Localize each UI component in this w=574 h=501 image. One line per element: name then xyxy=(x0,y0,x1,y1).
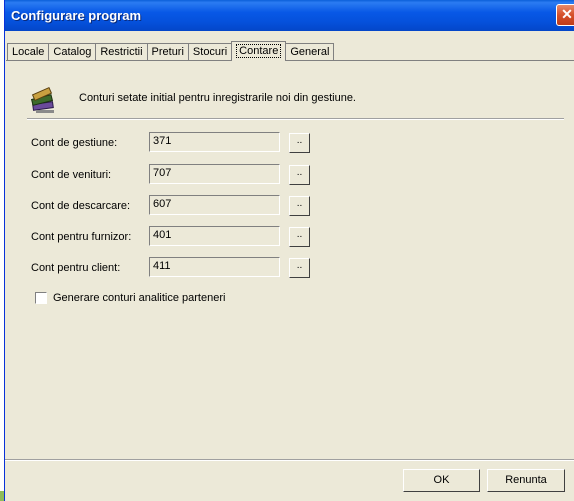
cont-venituri-browse-button[interactable]: .. xyxy=(289,165,310,185)
info-text: Conturi setate initial pentru inregistra… xyxy=(79,92,356,104)
cont-descarcare-input[interactable]: 607 xyxy=(149,195,280,215)
cont-furnizor-browse-button[interactable]: .. xyxy=(289,227,310,247)
config-dialog: Configurare program ✕ Locale Catalog Res… xyxy=(4,0,574,501)
checkbox-label: Generare conturi analitice parteneri xyxy=(53,292,226,304)
field-label: Cont de venituri: xyxy=(31,169,112,181)
field-label: Cont pentru client: xyxy=(31,262,121,274)
window-title: Configurare program xyxy=(11,8,142,23)
tab-stocuri[interactable]: Stocuri xyxy=(187,43,233,61)
analytic-accounts-checkbox[interactable] xyxy=(35,292,47,304)
title-bar[interactable]: Configurare program ✕ xyxy=(5,0,574,31)
cont-client-input[interactable]: 411 xyxy=(149,257,280,277)
cont-furnizor-input[interactable]: 401 xyxy=(149,226,280,246)
field-label: Cont de gestiune: xyxy=(31,137,118,149)
cont-descarcare-browse-button[interactable]: .. xyxy=(289,196,310,216)
cont-gestiune-browse-button[interactable]: .. xyxy=(289,133,310,153)
tab-locale[interactable]: Locale xyxy=(7,43,50,61)
ok-button[interactable]: OK xyxy=(403,469,480,492)
close-icon: ✕ xyxy=(561,6,573,22)
close-button[interactable]: ✕ xyxy=(556,4,574,26)
cont-gestiune-input[interactable]: 371 xyxy=(149,132,280,152)
separator xyxy=(27,118,564,120)
field-label: Cont de descarcare: xyxy=(31,200,131,212)
bottom-separator xyxy=(5,459,574,461)
tab-preturi[interactable]: Preturi xyxy=(146,43,189,61)
tab-catalog[interactable]: Catalog xyxy=(48,43,97,61)
tab-contare[interactable]: Contare xyxy=(231,41,287,61)
cont-client-browse-button[interactable]: .. xyxy=(289,258,310,278)
tab-restrictii[interactable]: Restrictii xyxy=(95,43,148,61)
tab-general[interactable]: General xyxy=(285,43,335,61)
tab-strip: Locale Catalog Restrictii Preturi Stocur… xyxy=(7,41,335,61)
cont-venituri-input[interactable]: 707 xyxy=(149,164,280,184)
books-icon xyxy=(30,86,54,113)
cancel-button[interactable]: Renunta xyxy=(487,469,565,492)
field-label: Cont pentru furnizor: xyxy=(31,231,132,243)
